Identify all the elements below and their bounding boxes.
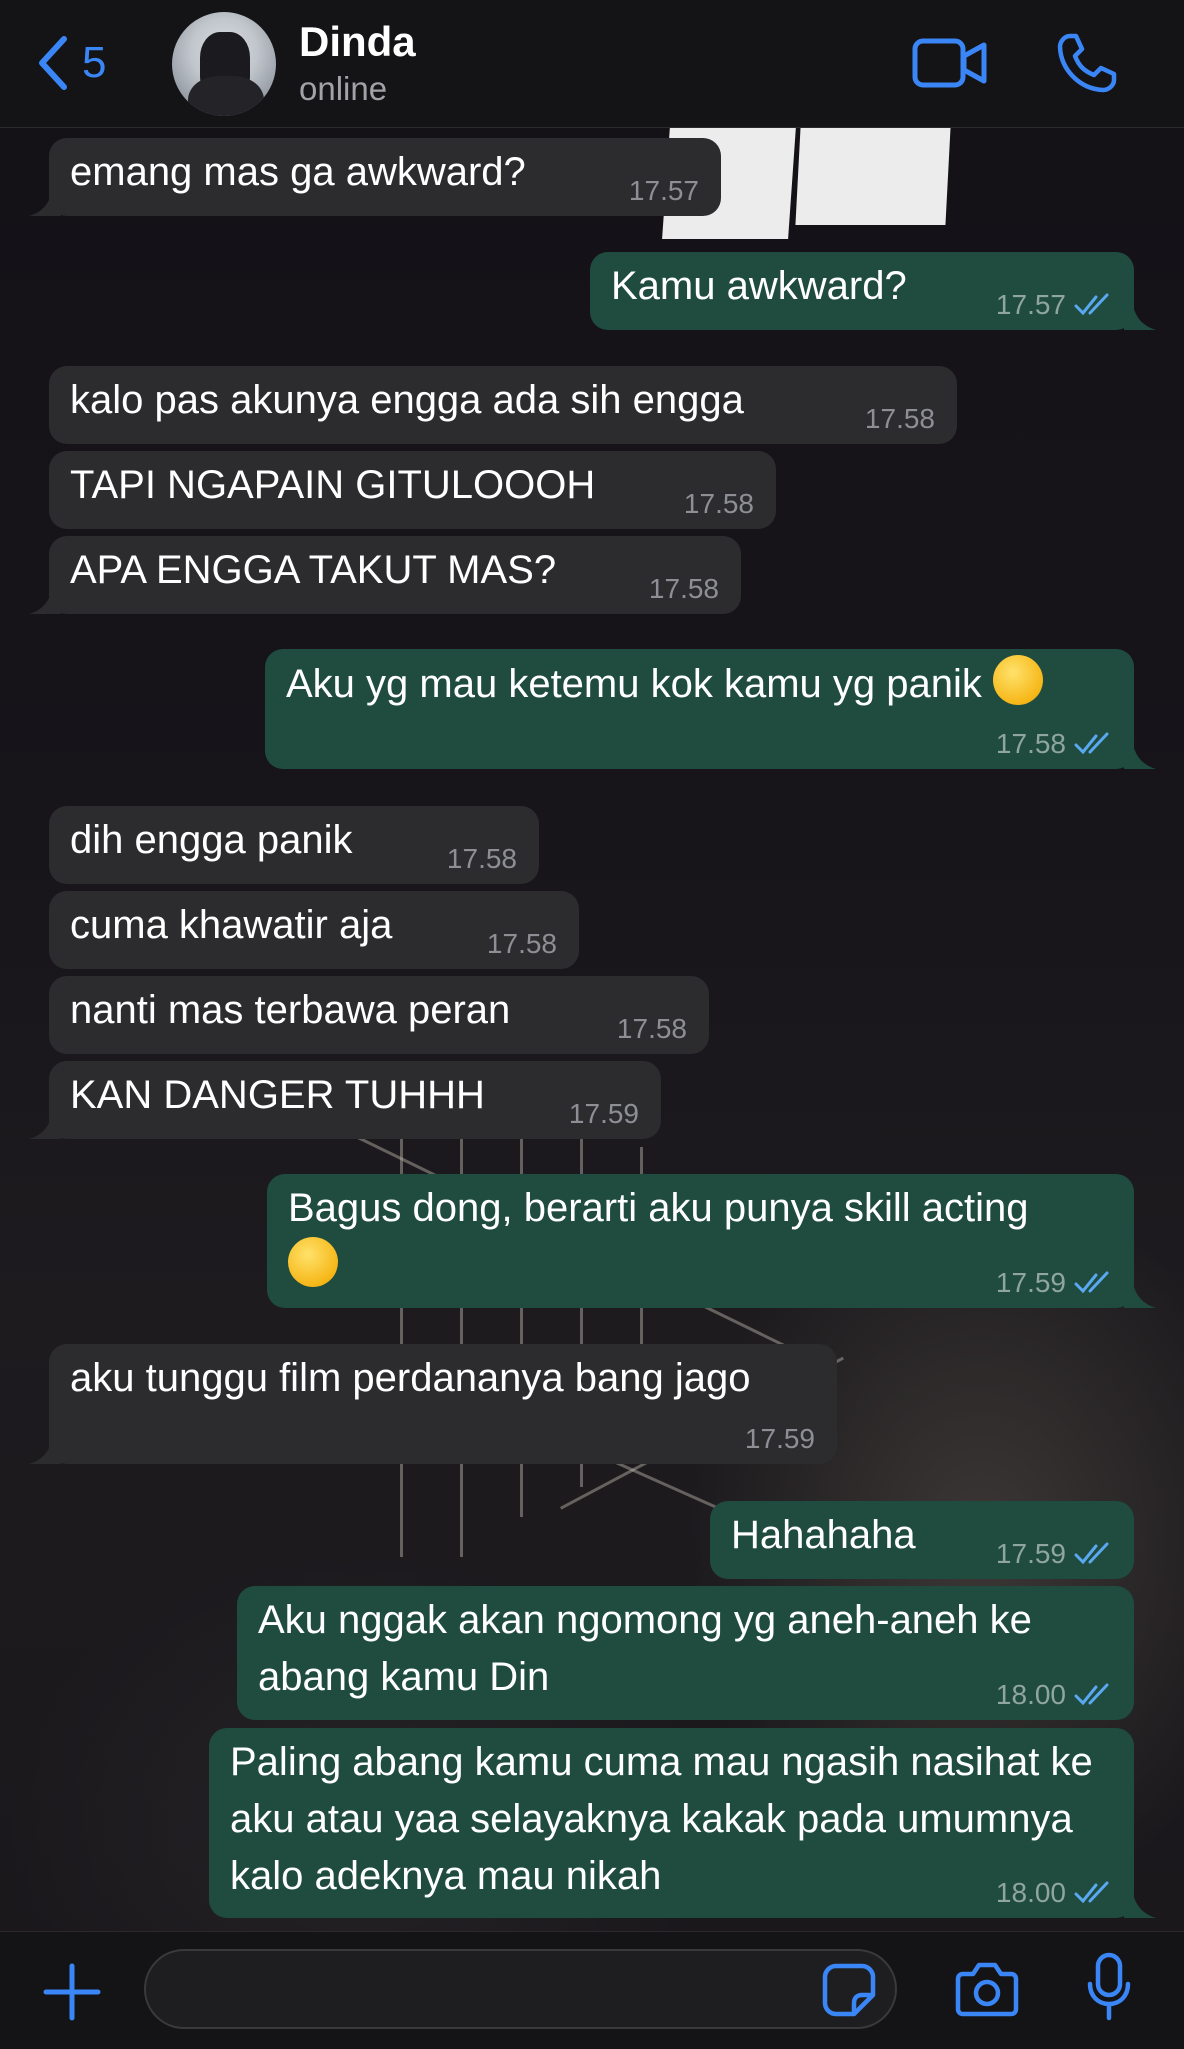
back-button[interactable]: 5 <box>34 30 124 96</box>
bubble-tail <box>29 584 61 614</box>
message-time: 18.00 <box>995 1679 1066 1710</box>
sticker-icon <box>822 1963 876 2017</box>
face-with-tears-of-joy-emoji <box>993 655 1044 705</box>
message-time: 17.59 <box>995 1538 1066 1569</box>
message-outgoing[interactable]: Hahahaha 17.59 <box>710 1501 1134 1579</box>
message-outgoing[interactable]: Kamu awkward? 17.57 <box>590 252 1156 330</box>
read-ticks-icon <box>1074 732 1109 755</box>
attach-button[interactable] <box>42 1962 102 2022</box>
message-time: 18.00 <box>995 1877 1066 1908</box>
message-time: 17.58 <box>864 403 935 434</box>
message-text: Aku yg mau ketemu kok kamu yg panik <box>286 662 982 706</box>
message-text: kalo pas akunya engga ada sih engga <box>70 378 744 422</box>
read-ticks-icon <box>1074 1542 1109 1565</box>
bubble-tail <box>1124 1888 1156 1918</box>
message-incoming[interactable]: emang mas ga awkward? 17.57 <box>29 138 721 216</box>
message-time: 17.58 <box>446 843 517 874</box>
avatar[interactable] <box>172 12 276 116</box>
message-outgoing[interactable]: Aku yg mau ketemu kok kamu yg panik 17.5… <box>265 649 1156 769</box>
message-outgoing[interactable]: Aku nggak akan ngomong yg aneh-aneh ke a… <box>237 1586 1134 1720</box>
message-time: 17.57 <box>995 289 1066 320</box>
message-outgoing[interactable]: Paling abang kamu cuma mau ngasih nasiha… <box>209 1728 1156 1918</box>
bubble-tail <box>1124 739 1156 769</box>
message-text: dih engga panik <box>70 818 353 862</box>
message-text: TAPI NGAPAIN GITULOOOH <box>70 463 596 507</box>
smiling-face-with-sunglasses-emoji <box>288 1237 338 1287</box>
message-time: 17.59 <box>568 1098 639 1129</box>
message-time: 17.57 <box>628 175 699 206</box>
message-outgoing[interactable]: Bagus dong, berarti aku punya skill acti… <box>267 1174 1156 1308</box>
microphone-button[interactable] <box>1086 1952 1132 2024</box>
message-text: nanti mas terbawa peran <box>70 988 511 1032</box>
message-time: 17.58 <box>616 1013 687 1044</box>
unread-count: 5 <box>82 38 107 87</box>
chat-header: 5 Dinda online <box>0 0 1184 128</box>
message-text: cuma khawatir aja <box>70 903 393 947</box>
message-time: 17.58 <box>648 573 719 604</box>
bubble-tail <box>29 1109 61 1139</box>
message-time: 17.58 <box>486 928 557 959</box>
message-text: APA ENGGA TAKUT MAS? <box>70 548 557 592</box>
message-text: Aku nggak akan ngomong yg aneh-aneh ke a… <box>258 1598 1044 1699</box>
sticker-button[interactable] <box>822 1963 876 2017</box>
message-text: Kamu awkward? <box>611 264 907 308</box>
message-text: emang mas ga awkward? <box>70 150 526 194</box>
contact-name[interactable]: Dinda <box>299 18 416 66</box>
video-camera-icon <box>912 38 987 88</box>
bubble-tail <box>1124 300 1156 330</box>
message-time: 17.59 <box>995 1267 1066 1298</box>
message-text: KAN DANGER TUHHH <box>70 1073 485 1117</box>
camera-icon <box>955 1962 1019 2017</box>
message-incoming[interactable]: KAN DANGER TUHHH 17.59 <box>29 1061 661 1139</box>
message-incoming[interactable]: kalo pas akunya engga ada sih engga 17.5… <box>49 366 957 444</box>
bubble-tail <box>29 1434 61 1464</box>
message-time: 17.58 <box>995 728 1066 759</box>
phone-icon <box>1057 33 1117 93</box>
plus-icon <box>43 1963 101 2021</box>
message-text: Paling abang kamu cuma mau ngasih nasiha… <box>230 1740 1104 1898</box>
message-incoming[interactable]: cuma khawatir aja 17.58 <box>49 891 579 969</box>
video-call-button[interactable] <box>912 36 988 90</box>
message-time: 17.59 <box>744 1423 815 1454</box>
read-ticks-icon <box>1074 293 1109 316</box>
read-ticks-icon <box>1074 1683 1109 1706</box>
message-incoming[interactable]: dih engga panik 17.58 <box>49 806 539 884</box>
message-incoming[interactable]: APA ENGGA TAKUT MAS? 17.58 <box>29 536 741 614</box>
message-incoming[interactable]: aku tunggu film perdananya bang jago 17.… <box>29 1344 837 1464</box>
microphone-icon <box>1087 1952 1131 2021</box>
message-incoming[interactable]: TAPI NGAPAIN GITULOOOH 17.58 <box>49 451 776 529</box>
message-text: Hahahaha <box>731 1513 916 1557</box>
bubble-tail <box>1124 1278 1156 1308</box>
message-input-bar <box>0 1931 1184 2049</box>
message-text: aku tunggu film perdananya bang jago <box>70 1356 751 1400</box>
message-input[interactable] <box>144 1949 897 2029</box>
message-time: 17.58 <box>683 488 754 519</box>
voice-call-button[interactable] <box>1056 32 1118 94</box>
message-text: Bagus dong, berarti aku punya skill acti… <box>288 1186 1029 1230</box>
read-ticks-icon <box>1074 1881 1109 1904</box>
chevron-left-icon <box>39 36 67 90</box>
camera-button[interactable] <box>955 1960 1019 2018</box>
contact-status: online <box>299 70 388 107</box>
message-incoming[interactable]: nanti mas terbawa peran 17.58 <box>49 976 709 1054</box>
read-ticks-icon <box>1074 1271 1109 1294</box>
bubble-tail <box>29 186 61 216</box>
